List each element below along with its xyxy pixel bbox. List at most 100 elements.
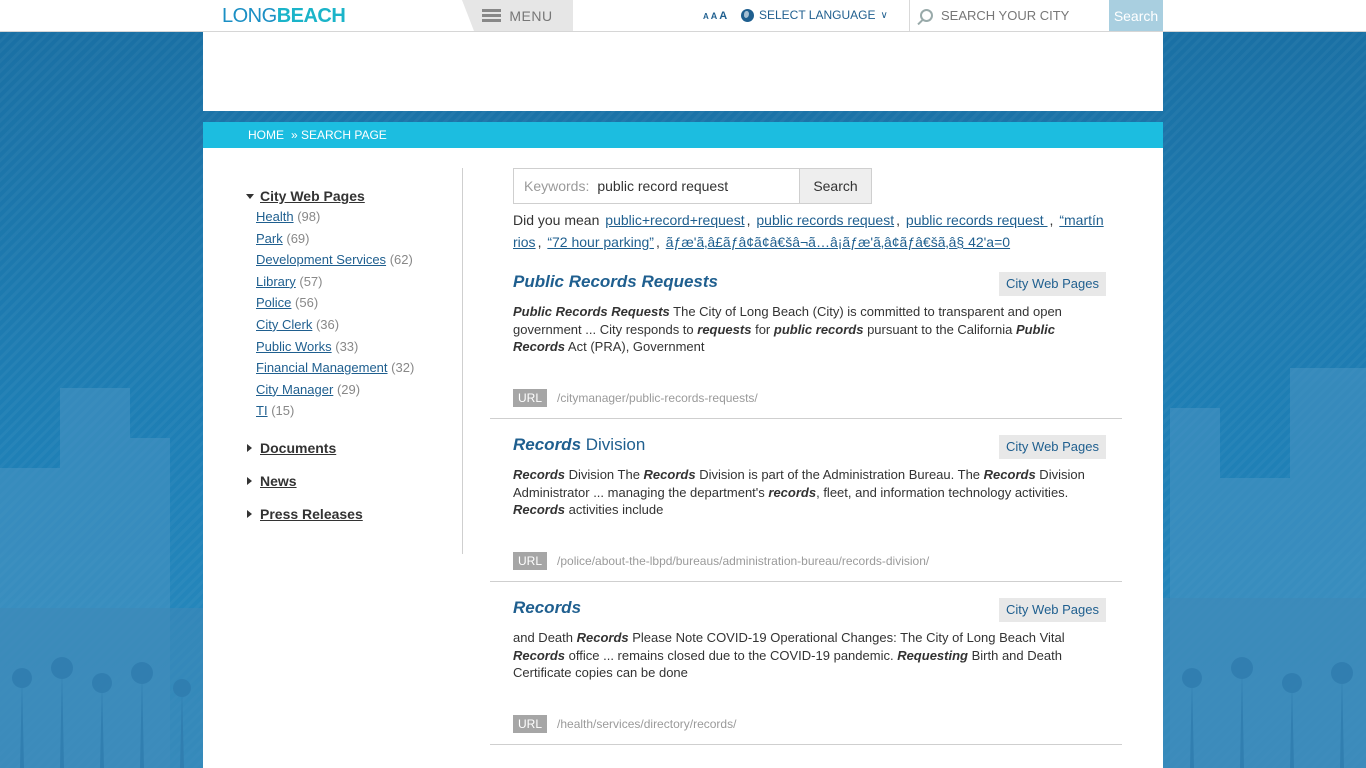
facet-link[interactable]: Financial Management [256, 360, 388, 375]
menu-button[interactable]: MENU [462, 0, 573, 31]
logo-text-long: LONG [222, 5, 277, 27]
facet-link[interactable]: City Manager [256, 382, 333, 397]
facet-item-city-manager: City Manager (29) [256, 379, 465, 401]
result-snippet: and Death Records Please Note COVID-19 O… [513, 630, 1065, 680]
breadcrumb-home-link[interactable]: HOME [248, 128, 284, 142]
suggestion-link[interactable]: public records request [906, 212, 1048, 228]
result-url: URL/citymanager/public-records-requests/ [513, 389, 758, 407]
search-facets-sidebar: City Web Pages Health (98) Park (69) Dev… [245, 188, 465, 539]
facet-press-releases[interactable]: Press Releases [245, 506, 465, 522]
top-navigation-bar: LONGBEACH MENU A A A SELECT LANGUAGE ∨ S… [0, 0, 1366, 32]
result-category-badge[interactable]: City Web Pages [999, 598, 1106, 622]
result-title-link[interactable]: Records Division [513, 435, 645, 455]
facet-item-health: Health (98) [256, 206, 465, 228]
result-category-badge[interactable]: City Web Pages [999, 435, 1106, 459]
result-url-link[interactable]: /citymanager/public-records-requests/ [557, 391, 758, 405]
did-you-mean: Did you mean public+record+request, publ… [513, 212, 1104, 250]
site-search-button[interactable]: Search [1109, 0, 1163, 31]
facet-link[interactable]: Public Works [256, 339, 332, 354]
result-url-link[interactable]: /health/services/directory/records/ [557, 717, 736, 731]
facet-item-development-services: Development Services (62) [256, 249, 465, 271]
facet-link[interactable]: Health [256, 209, 294, 224]
search-result: Records City Web Pages and Death Records P… [490, 598, 1122, 745]
search-result: Public Records Requests City Web Pages Pub… [490, 272, 1122, 419]
keyword-search-button[interactable]: Search [800, 168, 872, 204]
facet-count: (62) [389, 252, 413, 268]
header-banner-area [203, 32, 1163, 111]
facet-item-ti: TI (15) [256, 400, 465, 422]
url-tag: URL [513, 552, 548, 570]
language-label: SELECT LANGUAGE [759, 8, 876, 22]
search-result: Records Division City Web Pages Records Di… [490, 435, 1122, 582]
facet-news[interactable]: News [245, 473, 465, 489]
text-size-control[interactable]: A A A [703, 10, 727, 22]
result-url: URL/health/services/directory/records/ [513, 715, 736, 733]
globe-icon [741, 8, 754, 22]
url-tag: URL [513, 715, 548, 733]
facet-city-web-pages-list: Health (98) Park (69) Development Servic… [245, 206, 465, 422]
keyword-input-box: Keywords: [513, 168, 800, 204]
facet-item-library: Library (57) [256, 271, 465, 293]
facet-count: (36) [315, 316, 340, 332]
sidebar-divider [462, 168, 463, 554]
result-snippet: Public Records Requests The City of Long… [513, 304, 1062, 354]
facet-link[interactable]: Park [256, 231, 283, 246]
facet-label: News [260, 472, 297, 489]
facet-count: (33) [335, 338, 359, 354]
result-title-link[interactable]: Public Records Requests [513, 272, 718, 292]
menu-label: MENU [509, 7, 553, 24]
facet-item-police: Police (56) [256, 292, 465, 314]
facet-link[interactable]: Library [256, 274, 296, 289]
facet-count: (98) [297, 209, 321, 224]
triangle-right-icon [247, 443, 252, 452]
facet-item-city-clerk: City Clerk (36) [256, 314, 465, 336]
search-icon [920, 9, 933, 22]
triangle-right-icon [247, 509, 252, 518]
facet-count: (57) [299, 273, 323, 289]
long-beach-logo[interactable]: LONGBEACH [222, 5, 346, 28]
breadcrumb: HOME » SEARCH PAGE [203, 122, 1163, 148]
result-category-badge[interactable]: City Web Pages [999, 272, 1106, 296]
facet-count: (56) [295, 295, 319, 311]
triangle-down-icon [246, 193, 254, 199]
facet-link[interactable]: Police [256, 295, 291, 310]
site-search-box [909, 0, 1110, 31]
search-results-main: Keywords: Search Did you mean public+rec… [490, 168, 1123, 745]
facet-label: Documents [260, 439, 337, 456]
suggestion-link[interactable]: ãƒæ'ã‚â£ãƒâ¢ã¢â€šâ¬ã…â¡ãƒæ'ã‚â¢ãƒâ€šã‚â§… [666, 234, 1010, 250]
select-language-dropdown[interactable]: SELECT LANGUAGE ∨ [741, 8, 888, 22]
keywords-label: Keywords: [524, 178, 590, 194]
text-size-small[interactable]: A [703, 12, 709, 21]
facet-count: (32) [391, 360, 415, 376]
result-url-link[interactable]: /police/about-the-lbpd/bureaus/administr… [557, 554, 929, 568]
facet-city-web-pages[interactable]: City Web Pages [245, 188, 465, 204]
suggestion-link[interactable]: “72 hour parking” [547, 234, 654, 250]
result-title-link[interactable]: Records [513, 598, 581, 618]
keyword-search-form: Keywords: Search [513, 168, 1123, 204]
result-url: URL/police/about-the-lbpd/bureaus/admini… [513, 552, 929, 570]
facet-label: Press Releases [260, 505, 363, 522]
facet-count: (15) [271, 403, 295, 419]
facet-item-park: Park (69) [256, 228, 465, 250]
triangle-right-icon [247, 476, 252, 485]
facet-link[interactable]: Development Services [256, 252, 386, 267]
facet-link[interactable]: City Clerk [256, 317, 312, 332]
facet-count: (29) [336, 381, 361, 397]
url-tag: URL [513, 389, 548, 407]
text-size-medium[interactable]: A [711, 11, 718, 21]
hamburger-icon [482, 9, 502, 22]
facet-label: City Web Pages [260, 188, 365, 204]
did-you-mean-label: Did you mean [513, 212, 600, 228]
facet-documents[interactable]: Documents [245, 440, 465, 456]
facet-item-financial-management: Financial Management (32) [256, 357, 465, 379]
logo-text-beach: BEACH [276, 5, 346, 27]
suggestion-link[interactable]: public records request [756, 212, 894, 228]
keywords-input[interactable] [597, 178, 788, 194]
suggestion-link[interactable]: public+record+request [605, 212, 744, 228]
site-search-input[interactable] [941, 8, 1101, 23]
breadcrumb-current: » SEARCH PAGE [291, 128, 387, 142]
chevron-down-icon: ∨ [880, 9, 888, 21]
facet-item-public-works: Public Works (33) [256, 336, 465, 358]
text-size-large[interactable]: A [719, 10, 727, 22]
facet-link[interactable]: TI [256, 403, 268, 418]
